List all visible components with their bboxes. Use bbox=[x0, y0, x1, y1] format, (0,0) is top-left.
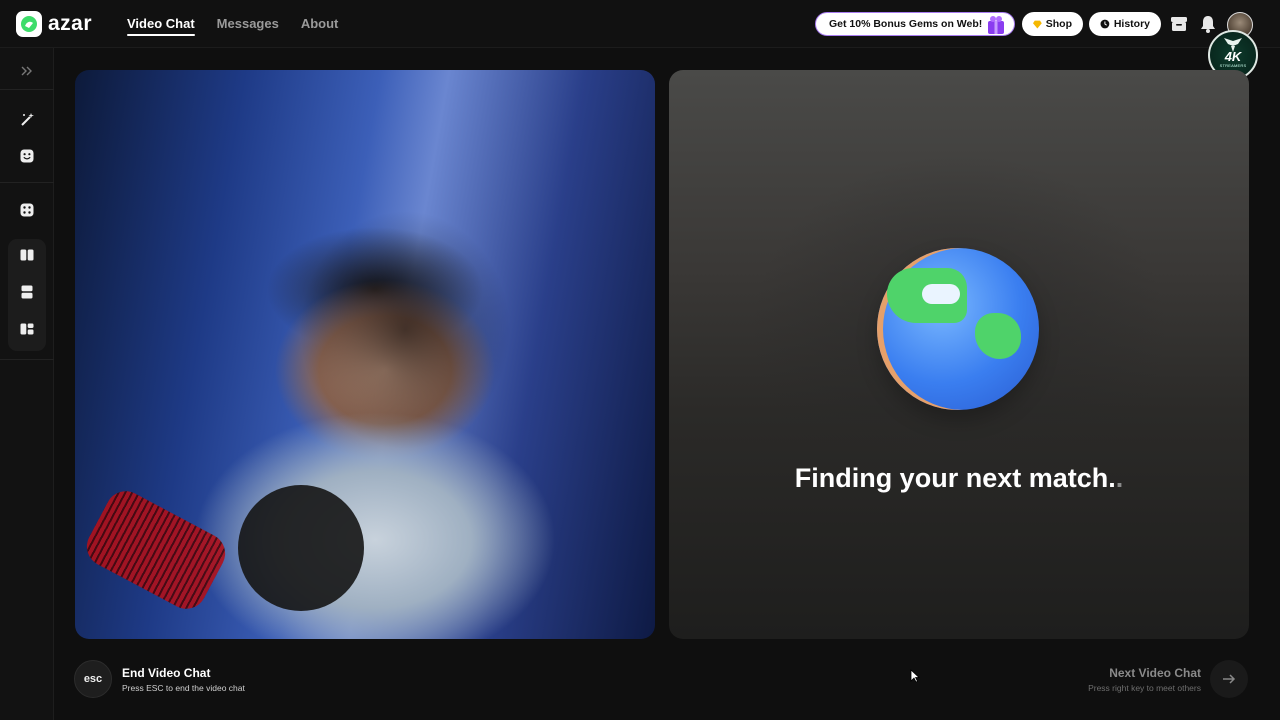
layout-picture-in-picture-button[interactable] bbox=[8, 312, 46, 346]
layout-split-horizontal-icon bbox=[21, 285, 33, 299]
finding-match-text: Finding your next match.. bbox=[669, 463, 1249, 494]
sidebar bbox=[0, 48, 54, 720]
mouse-cursor-icon bbox=[910, 669, 920, 683]
hoodie-logo-image bbox=[238, 485, 364, 611]
badge-subtitle: STREAMERS bbox=[1219, 62, 1247, 68]
face-filter-icon bbox=[20, 149, 34, 163]
dice-icon bbox=[20, 203, 34, 217]
self-video-panel bbox=[75, 70, 655, 639]
shop-label: Shop bbox=[1045, 18, 1072, 30]
sidebar-filters-button[interactable] bbox=[8, 139, 46, 173]
next-chat-title: Next Video Chat bbox=[1109, 666, 1201, 680]
promo-gems-button[interactable]: Get 10% Bonus Gems on Web! bbox=[815, 12, 1015, 36]
sidebar-effects-button[interactable] bbox=[8, 102, 46, 136]
history-button[interactable]: History bbox=[1089, 12, 1161, 36]
arrow-right-icon bbox=[1223, 674, 1236, 684]
partner-video-panel: Finding your next match.. bbox=[669, 70, 1249, 639]
eagle-icon bbox=[1224, 38, 1242, 52]
nav-about[interactable]: About bbox=[301, 0, 339, 48]
azar-logo-icon bbox=[16, 11, 42, 37]
gift-icon bbox=[987, 15, 1005, 38]
promo-label: Get 10% Bonus Gems on Web! bbox=[829, 18, 983, 30]
globe-icon bbox=[877, 248, 1039, 410]
shop-button[interactable]: Shop bbox=[1022, 12, 1083, 36]
clock-icon bbox=[1100, 19, 1110, 29]
magic-wand-icon bbox=[20, 112, 34, 126]
expand-icon bbox=[21, 66, 32, 76]
azar-logo[interactable]: azar bbox=[16, 11, 92, 37]
finding-match-label: Finding your next match bbox=[794, 463, 1109, 493]
nav-video-chat[interactable]: Video Chat bbox=[127, 0, 195, 48]
layout-grid-icon bbox=[20, 323, 34, 335]
badge-title: 4K bbox=[1224, 48, 1242, 64]
history-label: History bbox=[1113, 18, 1150, 30]
next-chat-hint: Press right key to meet others bbox=[1088, 683, 1201, 693]
gem-icon bbox=[1033, 20, 1042, 28]
next-chat-button[interactable] bbox=[1210, 660, 1248, 698]
top-bar: azar Video Chat Messages About Get 10% B… bbox=[0, 0, 1280, 80]
end-chat-hint: Press ESC to end the video chat bbox=[122, 683, 245, 693]
chat-controls: esc End Video Chat Press ESC to end the … bbox=[54, 650, 1280, 710]
layout-split-vertical-icon bbox=[20, 249, 34, 261]
nav-messages[interactable]: Messages bbox=[217, 0, 279, 48]
sidebar-expand-button[interactable] bbox=[8, 54, 46, 88]
layout-stacked-button[interactable] bbox=[8, 275, 46, 309]
finding-match-dot-faded: . bbox=[1115, 463, 1124, 493]
notifications-button[interactable] bbox=[1198, 14, 1218, 34]
microphone-image bbox=[79, 484, 233, 616]
end-chat-title: End Video Chat bbox=[122, 666, 211, 680]
main-nav: Video Chat Messages About bbox=[127, 0, 338, 48]
logo-text: azar bbox=[48, 12, 93, 35]
layout-side-by-side-button[interactable] bbox=[8, 238, 46, 272]
inbox-icon bbox=[1171, 17, 1187, 31]
finding-match-dots: . bbox=[1108, 463, 1116, 493]
sidebar-random-button[interactable] bbox=[8, 193, 46, 227]
bell-icon bbox=[1201, 16, 1215, 33]
end-chat-button[interactable]: esc bbox=[74, 660, 112, 698]
inbox-button[interactable] bbox=[1169, 14, 1189, 34]
